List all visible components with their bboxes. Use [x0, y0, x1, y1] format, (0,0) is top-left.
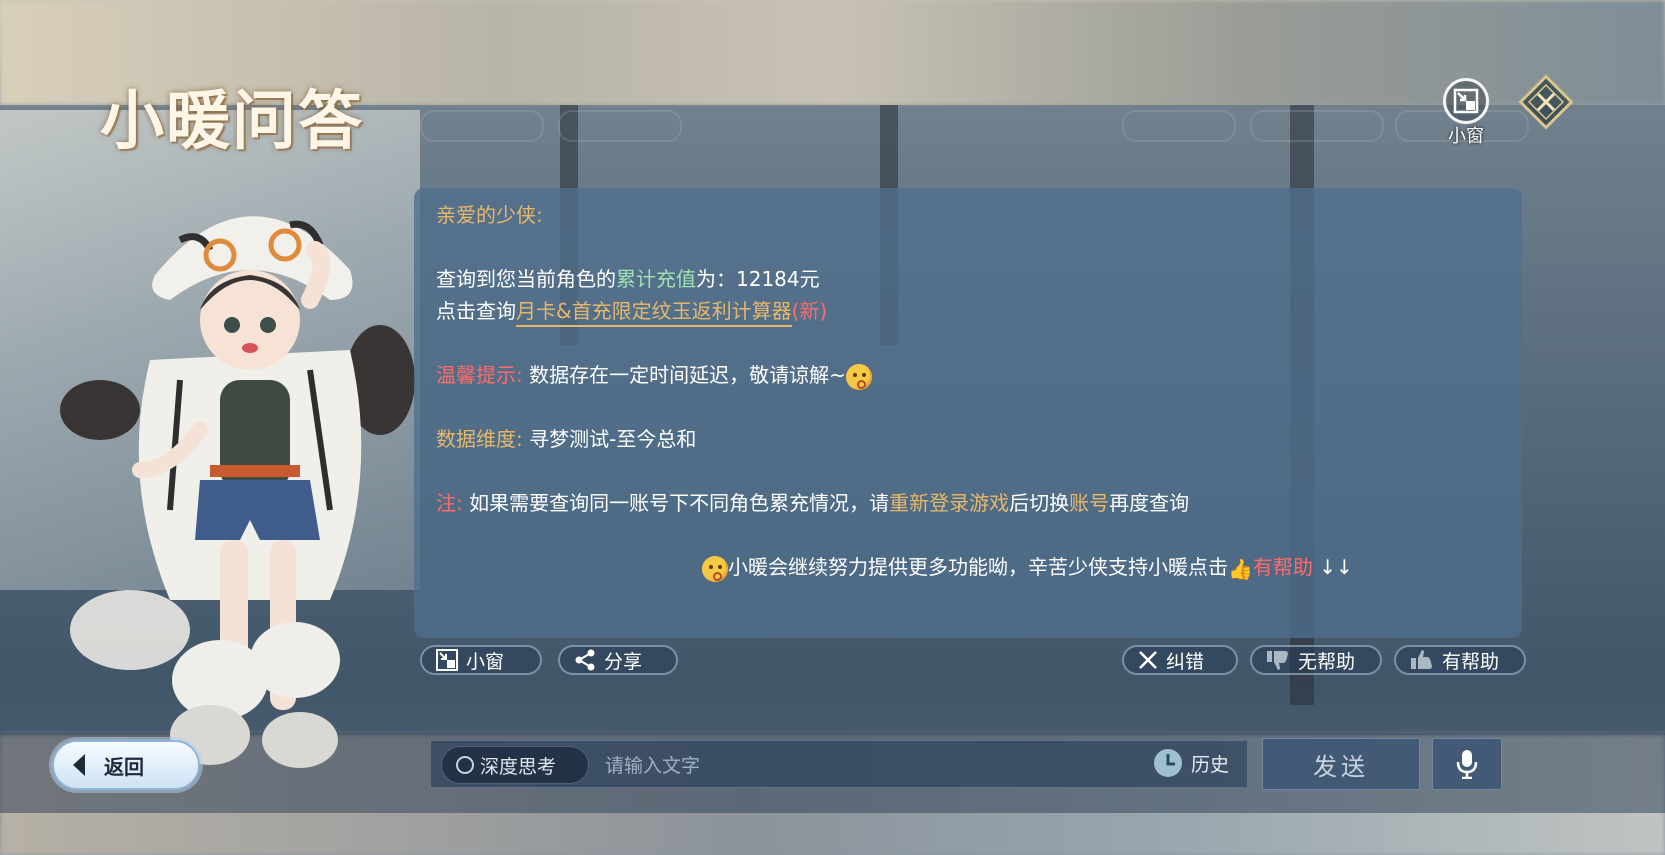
note-label: 注: [436, 491, 463, 515]
deep-think-toggle[interactable]: 深度思考 [441, 746, 589, 784]
close-icon[interactable] [1518, 74, 1574, 130]
dimension-text: 寻梦测试-至今总和 [529, 427, 697, 451]
recharge-line: 查询到您当前角色的累计充值为：12184元 [436, 262, 820, 296]
footer-text: 小暖会继续努力提供更多功能呦，辛苦少侠支持小暖点击 [728, 555, 1228, 579]
footer-line: 小暖会继续努力提供更多功能呦，辛苦少侠支持小暖点击👍有帮助 ↓↓ [702, 550, 1353, 586]
back-button[interactable]: 返回 [52, 740, 200, 790]
share-button[interactable]: 分享 [558, 645, 678, 675]
thumbs-up-emoji-icon: 👍 [1228, 556, 1253, 581]
back-label: 返回 [104, 754, 144, 779]
footer-arrows: ↓↓ [1319, 555, 1353, 579]
helpful-label: 有帮助 [1442, 650, 1500, 673]
note-text: 再度查询 [1109, 491, 1190, 515]
footer-helpful: 有帮助 [1252, 555, 1313, 579]
clock-icon [1154, 749, 1182, 777]
note-highlight-account: 账号 [1069, 491, 1110, 515]
note-text: 后切换 [1009, 491, 1070, 515]
tip-text: 数据存在一定时间延迟，敬请谅解~ [529, 363, 846, 387]
input-bar: 深度思考 历史 [430, 740, 1248, 788]
helpful-button[interactable]: 有帮助 [1394, 645, 1526, 675]
recharge-prefix: 查询到您当前角色的 [436, 267, 616, 291]
microphone-icon [1456, 750, 1478, 779]
question-input[interactable] [603, 749, 1107, 783]
mini-window-button[interactable]: 小窗 [420, 645, 542, 675]
recharge-highlight: 累计充值 [616, 267, 696, 291]
ghost-button [1122, 110, 1236, 142]
tip-line: 温馨提示: 数据存在一定时间延迟，敬请谅解~ [436, 358, 872, 392]
share-icon [575, 649, 595, 671]
calculator-link[interactable]: 月卡&首充限定纹玉返利计算器 [516, 299, 792, 327]
mini-window-top-label: 小窗 [1448, 126, 1484, 147]
dimension-label: 数据维度: [436, 427, 523, 451]
kiss-emoji-icon [845, 363, 872, 390]
minimize-window-icon [1443, 78, 1489, 124]
send-button[interactable]: 发送 [1262, 738, 1420, 790]
ghost-button [558, 110, 682, 142]
thumbs-up-icon [1411, 650, 1432, 669]
close-x-icon [1139, 651, 1157, 669]
thumbs-down-icon [1267, 651, 1288, 670]
recharge-value: 为：12184元 [696, 267, 820, 291]
calculator-prefix: 点击查询 [436, 299, 516, 323]
note-line: 注: 如果需要查询同一账号下不同角色累充情况，请重新登录游戏后切换账号再度查询 [436, 486, 1189, 520]
ghost-button [420, 110, 544, 142]
mini-window-label: 小窗 [466, 650, 505, 673]
kiss-emoji-icon [702, 555, 728, 582]
send-label: 发送 [1313, 752, 1369, 781]
history-button[interactable]: 历史 [1153, 748, 1229, 778]
greeting: 亲爱的少侠: [436, 203, 543, 227]
correct-button[interactable]: 纠错 [1122, 645, 1238, 675]
note-highlight-relogin: 重新登录游戏 [889, 491, 1010, 515]
new-badge: (新) [791, 299, 828, 323]
ghost-button [1250, 110, 1384, 142]
correct-label: 纠错 [1166, 650, 1205, 673]
not-helpful-button[interactable]: 无帮助 [1250, 645, 1382, 675]
radio-icon [456, 756, 474, 774]
dimension-line: 数据维度: 寻梦测试-至今总和 [436, 422, 696, 456]
deep-think-label: 深度思考 [480, 755, 557, 778]
minimize-window-icon [436, 649, 458, 671]
not-helpful-label: 无帮助 [1298, 650, 1356, 673]
voice-input-button[interactable] [1432, 738, 1502, 790]
mini-window-top-button[interactable]: 小窗 [1440, 78, 1492, 148]
calculator-line: 点击查询月卡&首充限定纹玉返利计算器(新) [436, 294, 827, 328]
tip-label: 温馨提示: [436, 363, 523, 387]
back-arrow-icon [73, 754, 85, 776]
page-title: 小暖问答 [100, 84, 364, 159]
share-label: 分享 [604, 650, 643, 673]
history-label: 历史 [1191, 753, 1230, 776]
character-illustration [60, 216, 415, 768]
answer-panel: 亲爱的少侠: 查询到您当前角色的累计充值为：12184元 点击查询月卡&首充限定… [414, 188, 1522, 638]
note-text: 如果需要查询同一账号下不同角色累充情况，请 [469, 491, 890, 515]
